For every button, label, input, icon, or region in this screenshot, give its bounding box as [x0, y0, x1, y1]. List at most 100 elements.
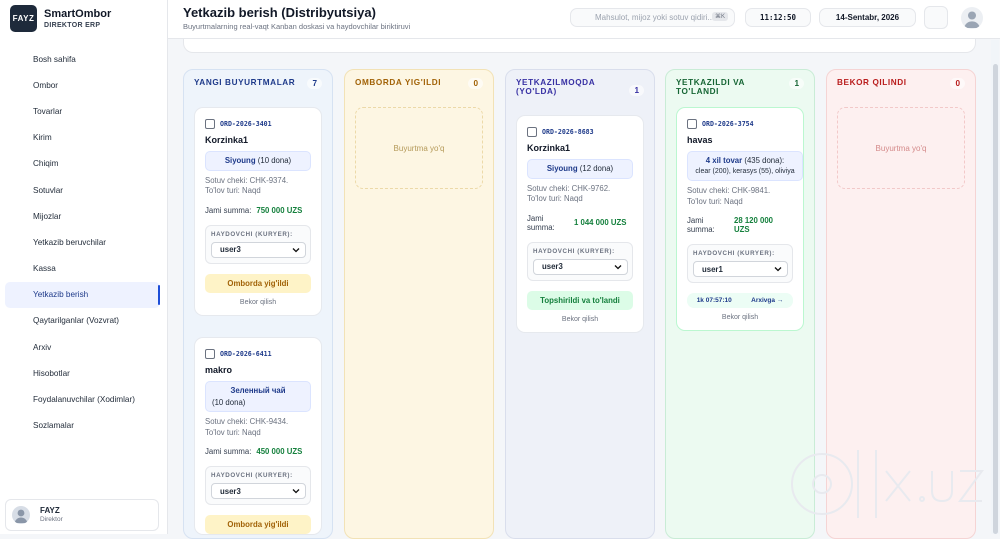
order-id: ORD-2026-3401	[220, 119, 272, 128]
search-input[interactable]: Mahsulot, mijoz yoki sotuv qidiri... ⌘K	[570, 8, 735, 27]
brand-subtitle: DIREKTOR ERP	[44, 21, 101, 29]
select-checkbox[interactable]	[687, 118, 697, 129]
order-meta: Sotuv cheki: CHK-9434. To'lov turi: Naqd	[205, 417, 289, 437]
chevron-down-icon	[614, 264, 622, 270]
search-shortcut: ⌘K	[711, 12, 728, 21]
order-card[interactable]: ORD-2026-6411 makro Зеленный чай (10 dona…	[194, 337, 322, 536]
sidebar-item-chiqim[interactable]: Chiqim	[5, 151, 160, 177]
archive-button[interactable]: Arxivga →	[751, 297, 783, 304]
select-checkbox[interactable]	[205, 118, 215, 129]
order-total: Jami summa: 1 044 000 UZS	[527, 213, 627, 232]
brand-title: SmartOmbor	[44, 7, 112, 20]
status-button[interactable]: Omborda yig'ildi	[205, 515, 311, 535]
user-role: Direktor	[40, 515, 63, 523]
customer-name: Korzinka1	[205, 135, 249, 145]
sidebar-item-bosh-sahifa[interactable]: Bosh sahifa	[5, 46, 160, 72]
column-in-transit: Yetkazilmoqda (yo'lda) 1 ORD-2026-8683 K…	[505, 69, 655, 539]
column-count: 1	[629, 85, 644, 96]
courier-select[interactable]: user3	[211, 483, 306, 500]
order-total: Jami summa: 28 120 000 UZS	[687, 216, 774, 235]
status-button[interactable]: Topshirildi va to'landi	[527, 290, 633, 310]
column-title: Yetkazildi va to'landi	[676, 78, 745, 97]
order-items: 4 xil tovar (435 dona): clear (200), kera…	[687, 151, 803, 182]
order-id: ORD-2026-6411	[220, 349, 272, 358]
courier-select[interactable]: user1	[693, 261, 788, 278]
column-count: 7	[307, 78, 322, 89]
column-count: 1	[789, 78, 804, 89]
page-title: Yetkazib berish (Distribyutsiya)	[183, 5, 376, 20]
select-checkbox[interactable]	[205, 348, 215, 359]
chevron-down-icon	[292, 489, 300, 494]
sidebar-item-sozlamalar[interactable]: Sozlamalar	[5, 413, 160, 439]
watermark-logo	[791, 450, 984, 518]
notification-button[interactable]	[924, 6, 948, 29]
date-display: 14-Sentabr, 2026	[819, 8, 916, 27]
column-count: 0	[950, 78, 965, 89]
sidebar-item-arxiv[interactable]: Arxiv	[5, 334, 160, 360]
brand[interactable]: FAYZ SmartOmbor DIREKTOR ERP	[10, 5, 111, 32]
scrollbar-thumb[interactable]	[993, 64, 998, 534]
stats-panel	[183, 39, 976, 53]
sidebar-item-kassa[interactable]: Kassa	[5, 256, 160, 282]
order-meta: Sotuv cheki: CHK-9841. To'lov turi: Naqd	[687, 186, 771, 206]
sidebar-item-mijozlar[interactable]: Mijozlar	[5, 203, 160, 229]
chevron-down-icon	[292, 247, 300, 253]
sidebar-item-qaytarilganlar[interactable]: Qaytarilganlar (Vozvrat)	[5, 308, 160, 334]
column-count: 0	[468, 78, 483, 89]
courier-select-box: HAYDOVCHI (KURYER): user3	[527, 241, 633, 281]
chevron-down-icon	[774, 267, 782, 272]
sidebar-item-sotuvlar[interactable]: Sotuvlar	[5, 177, 160, 203]
header-avatar-icon[interactable]	[961, 7, 983, 29]
delivery-timer: 1k 07:57:10 Arxivga →	[687, 293, 793, 309]
order-total: Jami summa: 450 000 UZS	[205, 447, 303, 457]
status-button[interactable]: Omborda yig'ildi	[205, 273, 311, 293]
order-items: Siyoung (10 dona)	[205, 151, 311, 171]
column-title: Omborda yig'ildi	[355, 78, 442, 87]
column-title: Bekor qilindi	[837, 78, 907, 87]
courier-select[interactable]: user3	[533, 258, 628, 275]
order-id: ORD-2026-8683	[542, 127, 594, 136]
empty-placeholder: Buyurtma yo'q	[355, 107, 483, 189]
column-title: Yangi buyurtmalar	[194, 78, 296, 87]
clock: 11:12:50	[745, 8, 811, 27]
cancel-button[interactable]: Bekor qilish	[205, 299, 311, 315]
order-card[interactable]: ORD-2026-3754 havas 4 xil tovar (435 don…	[676, 107, 804, 332]
courier-select-box: HAYDOVCHI (KURYER): user3	[205, 224, 311, 264]
column-warehouse: Omborda yig'ildi 0 Buyurtma yo'q	[344, 69, 494, 539]
column-title: Yetkazilmoqda (yo'lda)	[516, 78, 595, 97]
order-id: ORD-2026-3754	[702, 119, 754, 128]
customer-name: makro	[205, 365, 233, 375]
empty-placeholder: Buyurtma yo'q	[837, 107, 965, 189]
brand-logo: FAYZ	[10, 5, 37, 32]
order-meta: Sotuv cheki: CHK-9762. To'lov turi: Naqd	[527, 183, 611, 204]
order-card[interactable]: ORD-2026-3401 Korzinka1 Siyoung (10 dona…	[194, 107, 322, 316]
search-placeholder: Mahsulot, mijoz yoki sotuv qidiri...	[595, 13, 715, 22]
page-subtitle: Buyurtmalarning real-vaqt Kanban doskasi…	[183, 22, 411, 31]
cancel-button[interactable]: Bekor qilish	[687, 314, 793, 330]
sidebar-item-ombor[interactable]: Ombor	[5, 72, 160, 98]
order-meta: Sotuv cheki: CHK-9374. To'lov turi: Naqd	[205, 175, 289, 196]
order-card[interactable]: ORD-2026-8683 Korzinka1 Siyoung (12 dona…	[516, 115, 644, 333]
order-total: Jami summa: 750 000 UZS	[205, 205, 303, 215]
sidebar: FAYZ SmartOmbor DIREKTOR ERP Bosh sahifa…	[0, 0, 168, 534]
courier-select[interactable]: user3	[211, 241, 306, 258]
sidebar-item-foydalanuvchilar[interactable]: Foydalanuvchilar (Xodimlar)	[5, 386, 160, 412]
user-avatar-icon	[12, 506, 30, 524]
user-profile[interactable]: FAYZ Direktor	[5, 499, 159, 531]
order-items: Зеленный чай (10 dona)	[205, 381, 311, 413]
customer-name: Korzinka1	[527, 143, 571, 153]
column-new: Yangi buyurtmalar 7 ORD-2026-3401 Korzin…	[183, 69, 333, 539]
sidebar-item-kirim[interactable]: Kirim	[5, 125, 160, 151]
courier-select-box: HAYDOVCHI (KURYER): user1	[687, 244, 793, 284]
sidebar-item-yetkazib-berish[interactable]: Yetkazib berish	[5, 281, 160, 308]
courier-select-box: HAYDOVCHI (KURYER): user3	[205, 466, 311, 506]
order-items: Siyoung (12 dona)	[527, 159, 633, 179]
select-checkbox[interactable]	[527, 126, 537, 137]
sidebar-item-hisobotlar[interactable]: Hisobotlar	[5, 360, 160, 386]
sidebar-item-tovarlar[interactable]: Tovarlar	[5, 98, 160, 124]
cancel-button[interactable]: Bekor qilish	[527, 316, 633, 332]
sidebar-item-yetkazib-beruvchilar[interactable]: Yetkazib beruvchilar	[5, 229, 160, 255]
sidebar-nav: Bosh sahifa Ombor Tovarlar Kirim Chiqim …	[5, 46, 160, 439]
customer-name: havas	[687, 135, 713, 145]
user-name: FAYZ	[40, 506, 60, 516]
